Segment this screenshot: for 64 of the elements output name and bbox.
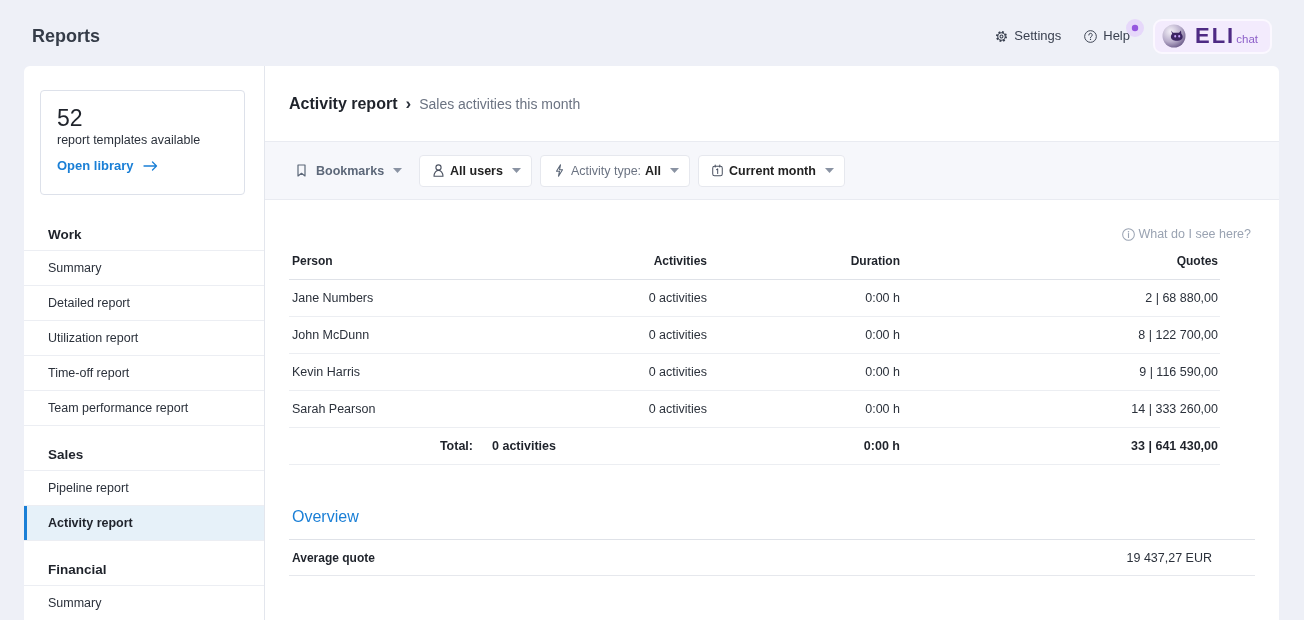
sidebar-item[interactable]: Utilization report xyxy=(24,321,264,356)
table-cell: 0 activities xyxy=(648,328,707,342)
sidebar-item[interactable]: Team performance report xyxy=(24,391,264,426)
sidebar-item[interactable]: Activity report xyxy=(24,506,264,541)
column-header: Quotes xyxy=(1176,253,1219,268)
total-cell: 0:00 h xyxy=(863,439,900,453)
caret-icon xyxy=(511,168,521,173)
filter-dropdown[interactable]: All users xyxy=(419,154,532,187)
sidebar-item[interactable]: Summary xyxy=(24,586,264,620)
metric-value: 19 437,27 EUR xyxy=(1126,550,1212,565)
filter-dropdown[interactable]: Activity type: All xyxy=(539,154,691,187)
table-cell: 0 activities xyxy=(648,291,707,305)
column-header: Duration xyxy=(850,253,900,268)
sidebar-item[interactable]: Summary xyxy=(24,251,264,286)
report-title: Activity report xyxy=(289,94,398,113)
settings-link[interactable]: Settings xyxy=(995,28,1062,44)
sidebar-item[interactable]: Detailed report xyxy=(24,286,264,321)
person-icon xyxy=(433,164,445,177)
arrow-right-icon xyxy=(142,161,158,171)
help-icon xyxy=(1084,29,1098,43)
template-count: 52 xyxy=(57,104,83,132)
bookmark-icon xyxy=(296,164,307,177)
column-header: Activities xyxy=(653,253,707,268)
table-cell-text: Kevin Harris xyxy=(291,365,361,379)
settings-icon xyxy=(995,29,1009,43)
lightning-icon xyxy=(553,164,565,177)
calendar-icon xyxy=(712,164,724,177)
section-heading: Financial xyxy=(48,562,107,577)
section-heading: Work xyxy=(48,227,82,242)
filter-dropdown[interactable]: Bookmarks xyxy=(289,154,412,187)
filter-dropdown[interactable]: Current month xyxy=(698,154,845,187)
total-cell-text: 33 | 641 430,00 xyxy=(1131,439,1219,453)
report-subtitle: Sales activities this month xyxy=(419,95,581,112)
table-cell: 0:00 h xyxy=(865,365,900,379)
eli-chat-button[interactable]: ELI chat xyxy=(1153,18,1272,54)
metric-label: Average quote xyxy=(292,550,375,565)
table-cell: 0:00 h xyxy=(865,402,900,416)
overview-heading: Overview xyxy=(292,508,359,525)
info-icon xyxy=(1122,227,1136,241)
table-cell-text: John McDunn xyxy=(291,328,370,342)
mascot-avatar-icon xyxy=(1162,24,1186,48)
total-label: Total: xyxy=(439,439,474,453)
column-header: Person xyxy=(291,253,333,268)
table-cell: 0 activities xyxy=(648,402,707,416)
page-title: Reports xyxy=(32,25,100,47)
table-cell-text: 2 | 68 880,00 xyxy=(1145,291,1219,305)
open-library-link[interactable]: Open library xyxy=(57,157,158,175)
section-heading: Sales xyxy=(48,447,84,462)
table-cell-text: Jane Numbers xyxy=(291,291,374,305)
caret-icon xyxy=(824,168,834,173)
table-cell-text: 14 | 333 260,00 xyxy=(1131,402,1219,416)
table-cell: 0:00 h xyxy=(865,291,900,305)
caret-icon xyxy=(393,168,403,173)
caret-icon xyxy=(670,168,680,173)
sidebar-item[interactable]: Time-off report xyxy=(24,356,264,391)
table-cell-text: Sarah Pearson xyxy=(291,402,376,416)
total-cell-text: 0 activities xyxy=(491,439,556,453)
table-cell-text: 9 | 116 590,00 xyxy=(1139,365,1219,379)
help-link[interactable]: Help xyxy=(1084,28,1130,44)
templates-caption: report templates available xyxy=(57,132,202,149)
table-cell-text: 8 | 122 700,00 xyxy=(1138,328,1219,342)
table-cell: 0 activities xyxy=(648,365,707,379)
breadcrumb-separator: › xyxy=(405,93,412,114)
table-cell: 0:00 h xyxy=(865,328,900,342)
